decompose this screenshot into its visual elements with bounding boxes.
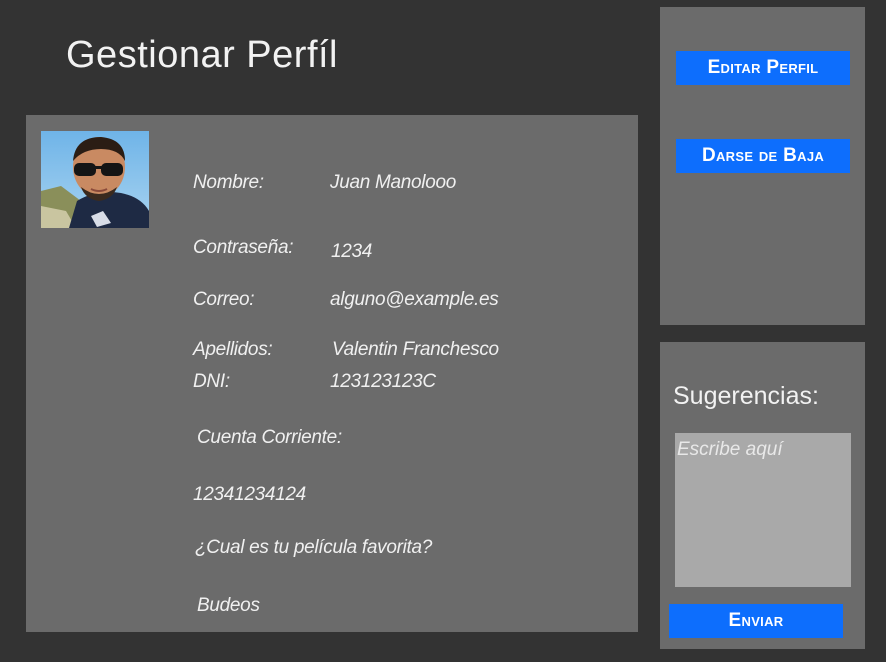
dni-value: 123123123C	[330, 371, 436, 392]
password-value: 1234	[331, 241, 373, 262]
cuenta-label: Cuenta Corriente:	[197, 427, 342, 448]
unsubscribe-button[interactable]: Darse de Baja	[676, 139, 850, 173]
pregunta-value: Budeos	[197, 595, 260, 616]
apellidos-value: Valentin Franchesco	[332, 339, 499, 360]
page-title: Gestionar Perfíl	[66, 34, 338, 76]
nombre-value: Juan Manolooo	[330, 172, 457, 193]
edit-profile-button[interactable]: Editar Perfil	[676, 51, 850, 85]
suggestions-panel: Sugerencias: Enviar	[660, 342, 865, 649]
pregunta-label: ¿Cual es tu película favorita?	[195, 537, 433, 558]
correo-value: alguno@example.es	[330, 289, 499, 310]
correo-label: Correo:	[193, 289, 255, 310]
actions-panel: Editar Perfil Darse de Baja	[660, 7, 865, 325]
nombre-label: Nombre:	[193, 172, 264, 193]
avatar	[41, 131, 149, 228]
dni-label: DNI:	[193, 371, 230, 392]
password-label: Contraseña:	[193, 237, 294, 258]
send-button[interactable]: Enviar	[669, 604, 843, 638]
suggestions-label: Sugerencias:	[673, 382, 819, 410]
apellidos-label: Apellidos:	[193, 339, 273, 360]
suggestions-input[interactable]	[675, 433, 851, 587]
profile-panel: Nombre: Juan Manolooo Contraseña: 1234 C…	[26, 115, 638, 632]
cuenta-value: 12341234124	[193, 484, 306, 505]
